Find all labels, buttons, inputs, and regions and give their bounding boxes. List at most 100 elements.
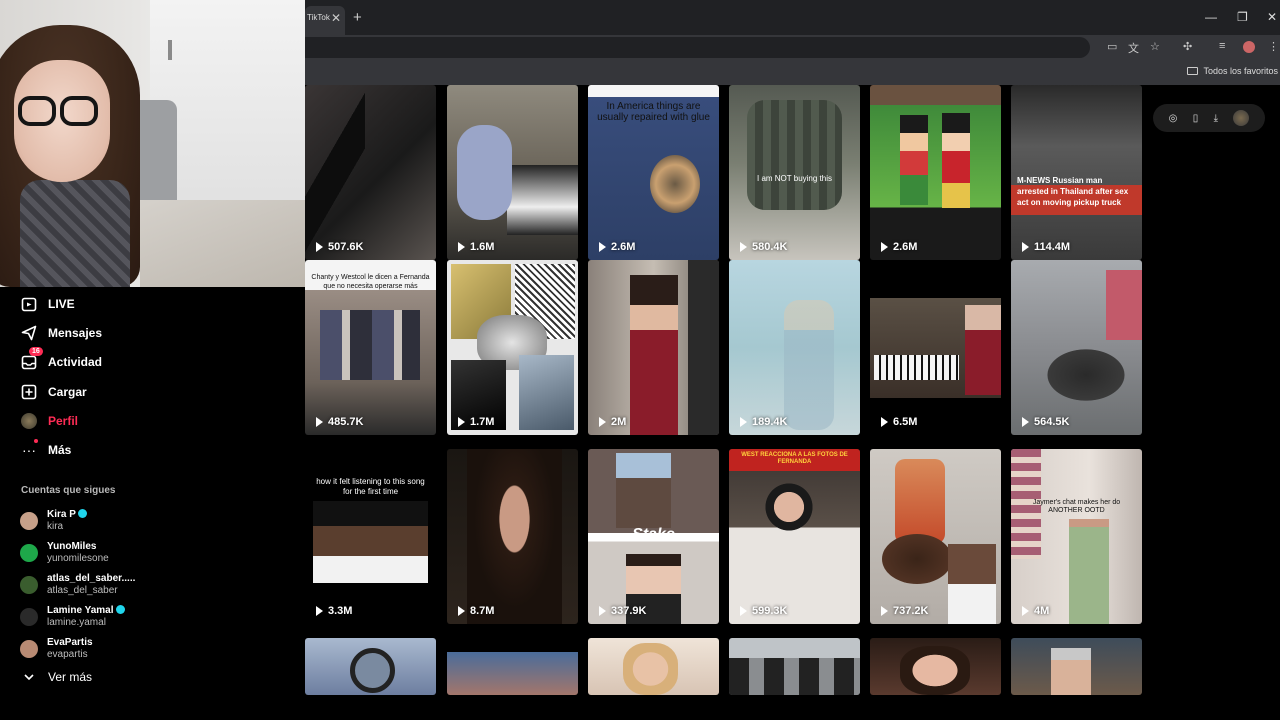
profile-avatar-icon[interactable] — [1243, 41, 1255, 53]
sidebar-item-profile[interactable]: Perfil — [20, 409, 78, 433]
video-card[interactable]: 1.6M — [447, 85, 578, 260]
close-tab-icon[interactable]: ✕ — [331, 11, 341, 25]
sidebar-item-label: Actividad — [48, 355, 103, 369]
sidebar-item-more[interactable]: ··· Más — [20, 438, 71, 462]
extensions-icon[interactable]: ✣ — [1183, 40, 1192, 53]
video-card[interactable]: Chanty y Westcol le dicen a Fernanda que… — [305, 260, 436, 435]
view-count: 114.4M — [1022, 241, 1070, 253]
following-username: atlas_del_saber — [47, 585, 118, 596]
cast-icon[interactable]: ▭ — [1107, 40, 1117, 53]
video-caption: M-NEWS Russian man arrested in Thailand … — [1017, 176, 1129, 207]
following-item[interactable]: EvaPartis evapartis — [20, 637, 93, 661]
video-grid: 507.6K 1.6M In America things are usuall… — [305, 85, 1145, 720]
video-card[interactable]: 6.5M — [870, 260, 1001, 435]
webcam-overlay — [0, 0, 305, 287]
translate-icon[interactable]: 文 — [1128, 40, 1139, 56]
following-name: YunoMiles — [47, 541, 97, 552]
video-card[interactable]: 189.4K — [729, 260, 860, 435]
video-card[interactable] — [305, 638, 436, 695]
see-more-label: Ver más — [48, 670, 93, 684]
following-item[interactable]: atlas_del_saber..... atlas_del_saber — [20, 573, 135, 597]
play-icon — [599, 417, 606, 427]
avatar[interactable] — [1233, 110, 1250, 126]
following-name: atlas_del_saber..... — [47, 573, 136, 584]
view-count: 485.7K — [316, 416, 363, 428]
view-count: 599.3K — [740, 605, 787, 617]
webcam-floor — [140, 200, 305, 287]
video-card[interactable] — [870, 638, 1001, 695]
video-card[interactable]: In America things are usually repaired w… — [588, 85, 719, 260]
browser-tab-bar: TikTok ✕ + — ❐ ✕ — [305, 0, 1280, 35]
download-icon[interactable]: ⤓ — [1214, 113, 1218, 124]
video-card[interactable] — [588, 638, 719, 695]
video-card[interactable]: Jaymer's chat makes her do ANOTHER OOTD … — [1011, 449, 1142, 624]
browser-toolbar: ▭ 文 ☆ ✣ ≡ ⋮ — [305, 35, 1280, 60]
video-card[interactable]: 1.7M — [447, 260, 578, 435]
following-item[interactable]: Kira P kira — [20, 509, 87, 533]
chevron-down-icon — [20, 668, 38, 686]
video-card[interactable]: 737.2K — [870, 449, 1001, 624]
video-card[interactable] — [447, 638, 578, 695]
maximize-icon[interactable]: ❐ — [1237, 10, 1248, 24]
sidebar-item-label: Mensajes — [48, 326, 103, 340]
phone-icon[interactable]: ▯ — [1193, 113, 1199, 124]
address-bar[interactable] — [305, 37, 1090, 58]
new-tab-button[interactable]: + — [353, 9, 362, 26]
webcam-door-handle — [168, 40, 172, 60]
video-card[interactable]: 2M — [588, 260, 719, 435]
view-count: 6.5M — [881, 416, 917, 428]
play-icon — [599, 606, 606, 616]
bookmark-folder[interactable]: Todos los favoritos — [1187, 66, 1278, 76]
compass-icon[interactable]: ◎ — [1169, 113, 1178, 124]
sidebar-item-activity[interactable]: 16 Actividad — [20, 347, 103, 374]
video-card[interactable] — [1011, 638, 1142, 695]
view-count: 564.5K — [1022, 416, 1069, 428]
view-count: 1.6M — [458, 241, 494, 253]
play-icon — [599, 242, 606, 252]
sidebar-item-label: Perfil — [48, 414, 79, 428]
video-card[interactable]: Stake 337.9K — [588, 449, 719, 624]
star-icon[interactable]: ☆ — [1150, 40, 1160, 53]
play-icon — [458, 417, 465, 427]
video-card[interactable]: M-NEWS Russian man arrested in Thailand … — [1011, 85, 1142, 260]
tab-title: TikTok — [307, 13, 330, 22]
view-count: 2.6M — [881, 241, 917, 253]
play-icon — [740, 417, 747, 427]
video-caption: WEST REACCIONA A LAS FOTOS DE FERNANDA — [741, 452, 848, 465]
view-count: 4M — [1022, 605, 1049, 617]
video-card[interactable]: I am NOT buying this 580.4K — [729, 85, 860, 260]
video-card[interactable]: WEST REACCIONA A LAS FOTOS DE FERNANDA 5… — [729, 449, 860, 624]
sidebar-item-live[interactable]: LIVE — [20, 292, 75, 316]
video-card[interactable]: 8.7M — [447, 449, 578, 624]
sidebar-item-label: LIVE — [48, 297, 75, 311]
minimize-icon[interactable]: — — [1205, 10, 1217, 24]
video-card[interactable]: 2.6M — [870, 85, 1001, 260]
kebab-menu-icon[interactable]: ⋮ — [1268, 40, 1279, 53]
view-count: 3.3M — [316, 605, 352, 617]
send-icon — [20, 324, 38, 342]
play-icon — [316, 606, 323, 616]
play-icon — [881, 606, 888, 616]
sidebar-item-messages[interactable]: Mensajes — [20, 321, 102, 345]
video-caption: Stake — [632, 526, 675, 543]
video-caption: In America things are usually repaired w… — [597, 101, 710, 123]
avatar — [20, 640, 38, 658]
view-count: 737.2K — [881, 605, 928, 617]
video-card[interactable]: how it felt listening to this song for t… — [305, 449, 436, 624]
verified-icon — [115, 605, 125, 614]
sidebar-item-upload[interactable]: Cargar — [20, 380, 87, 404]
play-icon — [458, 242, 465, 252]
play-icon — [740, 242, 747, 252]
following-item[interactable]: YunoMiles yunomilesone — [20, 541, 109, 565]
video-caption: Chanty y Westcol le dicen a Fernanda que… — [311, 274, 430, 290]
following-name: Kira P — [47, 509, 76, 520]
media-icon[interactable]: ≡ — [1219, 40, 1225, 52]
video-card[interactable]: 564.5K — [1011, 260, 1142, 435]
following-item[interactable]: Lamine Yamal lamine.yamal — [20, 605, 125, 629]
see-more-button[interactable]: Ver más — [20, 665, 92, 689]
view-count: 580.4K — [740, 241, 787, 253]
close-window-icon[interactable]: ✕ — [1267, 10, 1277, 24]
screen: TikTok ✕ + — ❐ ✕ ▭ 文 ☆ ✣ ≡ ⋮ Todos los f… — [0, 0, 1280, 720]
video-card[interactable] — [729, 638, 860, 695]
video-card[interactable]: 507.6K — [305, 85, 436, 260]
